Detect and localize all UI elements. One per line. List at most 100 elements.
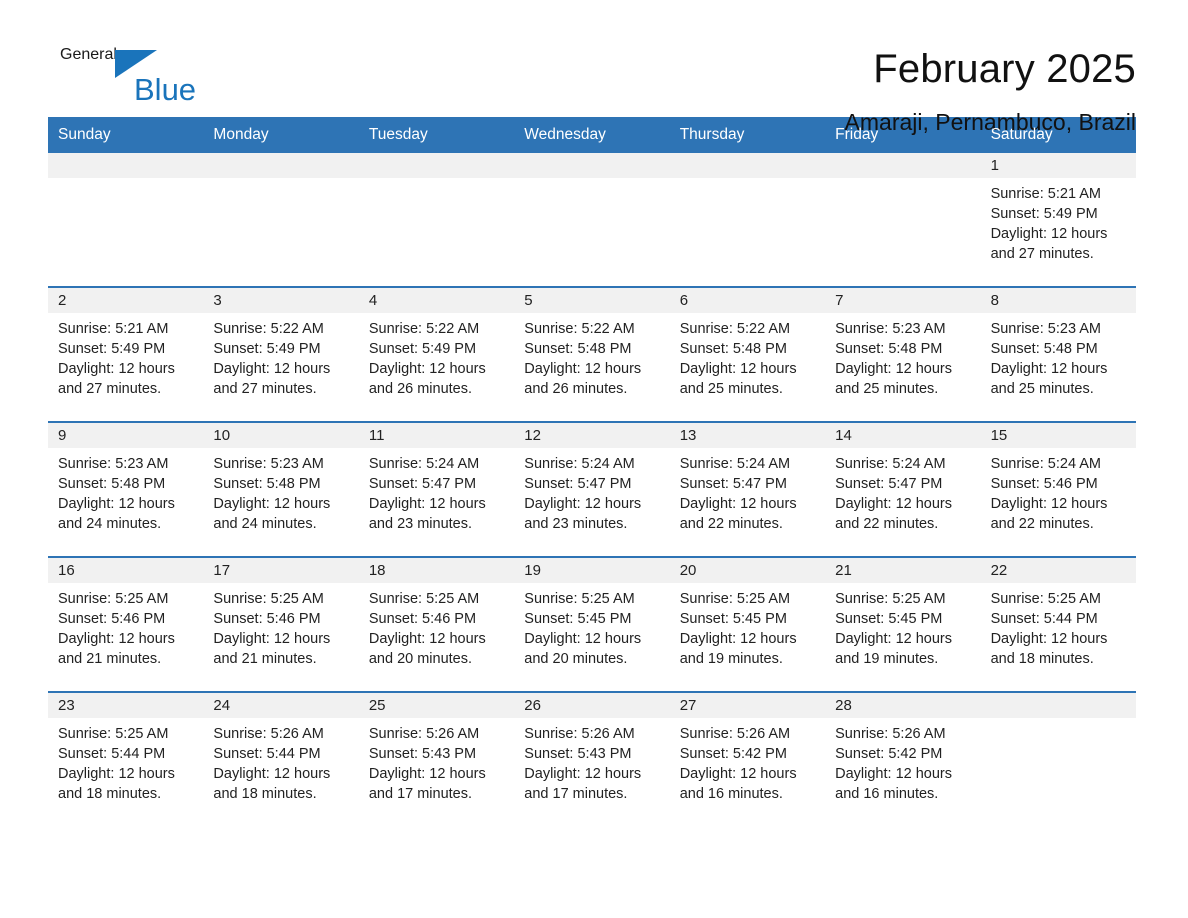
day-details: Sunrise: 5:25 AM Sunset: 5:46 PM Daylight:… <box>359 583 514 669</box>
day-details: Sunrise: 5:25 AM Sunset: 5:45 PM Daylight:… <box>514 583 669 669</box>
day-details: Sunrise: 5:25 AM Sunset: 5:44 PM Daylight:… <box>981 583 1136 669</box>
calendar-day-cell[interactable]: 27 Sunrise: 5:26 AM Sunset: 5:42 PM Dayligh… <box>669 693 826 826</box>
calendar-day-cell[interactable]: 16 Sunrise: 5:25 AM Sunset: 5:46 PM Dayligh… <box>48 558 204 691</box>
day-number: 3 <box>203 288 359 313</box>
day-number <box>980 693 1136 718</box>
sunrise-text: Sunrise: 5:25 AM <box>58 591 169 607</box>
sunrise-text: Sunrise: 5:25 AM <box>58 726 169 742</box>
brand-logo[interactable]: General Blue <box>60 46 320 116</box>
calendar-day-cell[interactable]: 18 Sunrise: 5:25 AM Sunset: 5:46 PM Dayligh… <box>358 558 515 691</box>
day-number: 21 <box>825 558 981 583</box>
calendar-day-cell[interactable]: 1 Sunrise: 5:21 AM Sunset: 5:49 PM Daylight… <box>980 153 1136 286</box>
sunrise-text: Sunrise: 5:25 AM <box>679 591 791 607</box>
calendar-day-cell[interactable]: 23 Sunrise: 5:25 AM Sunset: 5:44 PM Dayligh… <box>48 693 204 826</box>
day-number: 9 <box>48 423 204 448</box>
daylight-text: Daylight: 12 hours and 23 minutes. <box>524 496 642 532</box>
calendar-page: General Blue February 2025 Amaraji, Pern… <box>0 0 1188 918</box>
day-number <box>358 153 515 178</box>
day-details: Sunrise: 5:26 AM Sunset: 5:44 PM Daylight:… <box>203 718 358 804</box>
day-number <box>669 153 826 178</box>
sunset-text: Sunset: 5:49 PM <box>368 341 477 357</box>
sunset-text: Sunset: 5:48 PM <box>58 476 166 492</box>
calendar-day-cell[interactable]: 12 Sunrise: 5:24 AM Sunset: 5:47 PM Dayligh… <box>514 423 670 556</box>
day-details: Sunrise: 5:23 AM Sunset: 5:48 PM Daylight:… <box>203 448 358 534</box>
sunrise-text: Sunrise: 5:24 AM <box>990 456 1101 472</box>
sunset-text: Sunset: 5:47 PM <box>679 476 787 492</box>
day-details: Sunrise: 5:24 AM Sunset: 5:47 PM Daylight:… <box>825 448 980 534</box>
day-details: Sunrise: 5:26 AM Sunset: 5:42 PM Daylight:… <box>670 718 825 804</box>
calendar-day-cell[interactable]: 19 Sunrise: 5:25 AM Sunset: 5:45 PM Dayligh… <box>514 558 670 691</box>
calendar-day-cell[interactable]: 25 Sunrise: 5:26 AM Sunset: 5:43 PM Dayligh… <box>358 693 515 826</box>
calendar-grid: Sunday Monday Tuesday Wednesday Thursday Frid… <box>48 117 1136 826</box>
day-number: 12 <box>514 423 670 448</box>
calendar-day-cell[interactable]: 6 Sunrise: 5:22 AM Sunset: 5:48 PM Daylight… <box>669 288 826 421</box>
sunrise-text: Sunrise: 5:23 AM <box>990 321 1101 337</box>
daylight-text: Daylight: 12 hours and 24 minutes. <box>213 496 331 532</box>
sunrise-text: Sunrise: 5:24 AM <box>679 456 791 472</box>
day-number: 15 <box>980 423 1136 448</box>
calendar-day-cell[interactable]: 9 Sunrise: 5:23 AM Sunset: 5:48 PM Daylight… <box>48 423 204 556</box>
daylight-text: Daylight: 12 hours and 20 minutes. <box>368 631 486 667</box>
day-details: Sunrise: 5:22 AM Sunset: 5:49 PM Daylight:… <box>359 313 514 399</box>
calendar-day-cell[interactable]: 17 Sunrise: 5:25 AM Sunset: 5:46 PM Dayligh… <box>203 558 359 691</box>
day-number: 5 <box>514 288 670 313</box>
sunrise-text: Sunrise: 5:24 AM <box>835 456 946 472</box>
sunrise-text: Sunrise: 5:23 AM <box>213 456 324 472</box>
sunrise-text: Sunrise: 5:25 AM <box>990 591 1101 607</box>
calendar-day-cell[interactable]: 2 Sunrise: 5:21 AM Sunset: 5:49 PM Daylight… <box>48 288 204 421</box>
sunset-text: Sunset: 5:47 PM <box>524 476 632 492</box>
calendar-day-cell[interactable]: 15 Sunrise: 5:24 AM Sunset: 5:46 PM Dayligh… <box>980 423 1136 556</box>
weekday-header-sunday: Sunday <box>58 126 111 143</box>
sunset-text: Sunset: 5:44 PM <box>213 746 321 762</box>
day-details: Sunrise: 5:22 AM Sunset: 5:48 PM Daylight:… <box>670 313 825 399</box>
sunset-text: Sunset: 5:46 PM <box>368 611 477 627</box>
calendar-day-cell[interactable]: 22 Sunrise: 5:25 AM Sunset: 5:44 PM Dayligh… <box>980 558 1136 691</box>
sunset-text: Sunset: 5:48 PM <box>679 341 787 357</box>
calendar-day-cell[interactable]: 4 Sunrise: 5:22 AM Sunset: 5:49 PM Daylight… <box>358 288 515 421</box>
calendar-day-cell[interactable]: 5 Sunrise: 5:22 AM Sunset: 5:48 PM Daylight… <box>514 288 670 421</box>
calendar-day-cell[interactable]: 13 Sunrise: 5:24 AM Sunset: 5:47 PM Dayligh… <box>669 423 826 556</box>
weekday-header-thursday: Thursday <box>679 126 745 143</box>
sunset-text: Sunset: 5:45 PM <box>679 611 787 627</box>
day-details: Sunrise: 5:23 AM Sunset: 5:48 PM Daylight:… <box>825 313 980 399</box>
calendar-day-cell[interactable]: 10 Sunrise: 5:23 AM Sunset: 5:48 PM Dayligh… <box>203 423 359 556</box>
sunset-text: Sunset: 5:47 PM <box>835 476 943 492</box>
sunset-text: Sunset: 5:43 PM <box>524 746 632 762</box>
sunrise-text: Sunrise: 5:26 AM <box>524 726 635 742</box>
calendar-day-cell[interactable]: 26 Sunrise: 5:26 AM Sunset: 5:43 PM Dayligh… <box>514 693 670 826</box>
calendar-day-cell[interactable]: 14 Sunrise: 5:24 AM Sunset: 5:47 PM Dayligh… <box>825 423 981 556</box>
brand-name-general: General <box>60 46 117 63</box>
calendar-day-cell[interactable]: 21 Sunrise: 5:25 AM Sunset: 5:45 PM Dayligh… <box>825 558 981 691</box>
sunrise-text: Sunrise: 5:26 AM <box>835 726 946 742</box>
calendar-weeks: 1 Sunrise: 5:21 AM Sunset: 5:49 PM Daylight… <box>48 153 1136 826</box>
page-title: February 2025 <box>873 47 1136 91</box>
day-details: Sunrise: 5:21 AM Sunset: 5:49 PM Daylight:… <box>981 178 1136 264</box>
calendar-day-cell-empty <box>825 153 981 286</box>
calendar-day-cell[interactable]: 24 Sunrise: 5:26 AM Sunset: 5:44 PM Dayligh… <box>203 693 359 826</box>
calendar-day-cell[interactable]: 11 Sunrise: 5:24 AM Sunset: 5:47 PM Dayligh… <box>358 423 515 556</box>
daylight-text: Daylight: 12 hours and 21 minutes. <box>58 631 175 667</box>
calendar-day-cell[interactable]: 8 Sunrise: 5:23 AM Sunset: 5:48 PM Daylight… <box>980 288 1136 421</box>
day-number: 14 <box>825 423 981 448</box>
calendar-day-cell[interactable]: 7 Sunrise: 5:23 AM Sunset: 5:48 PM Daylight… <box>825 288 981 421</box>
calendar-day-cell[interactable]: 28 Sunrise: 5:26 AM Sunset: 5:42 PM Dayligh… <box>825 693 981 826</box>
daylight-text: Daylight: 12 hours and 27 minutes. <box>58 361 175 397</box>
day-number: 13 <box>669 423 826 448</box>
day-details: Sunrise: 5:22 AM Sunset: 5:49 PM Daylight:… <box>203 313 358 399</box>
daylight-text: Daylight: 12 hours and 22 minutes. <box>835 496 953 532</box>
calendar-day-cell[interactable]: 20 Sunrise: 5:25 AM Sunset: 5:45 PM Dayligh… <box>669 558 826 691</box>
day-details: Sunrise: 5:22 AM Sunset: 5:48 PM Daylight:… <box>514 313 669 399</box>
calendar-week-row: 23 Sunrise: 5:25 AM Sunset: 5:44 PM Dayligh… <box>48 691 1136 826</box>
page-header: General Blue February 2025 Amaraji, Pern… <box>0 0 1188 135</box>
weekday-header-wednesday: Wednesday <box>524 126 606 143</box>
sunset-text: Sunset: 5:49 PM <box>213 341 321 357</box>
sunset-text: Sunset: 5:46 PM <box>58 611 166 627</box>
day-details: Sunrise: 5:26 AM Sunset: 5:42 PM Daylight:… <box>825 718 980 804</box>
sunrise-text: Sunrise: 5:21 AM <box>58 321 169 337</box>
sunset-text: Sunset: 5:48 PM <box>213 476 321 492</box>
calendar-day-cell[interactable]: 3 Sunrise: 5:22 AM Sunset: 5:49 PM Daylight… <box>203 288 359 421</box>
calendar-week-row: 1 Sunrise: 5:21 AM Sunset: 5:49 PM Daylight… <box>48 153 1136 286</box>
day-number: 10 <box>203 423 359 448</box>
brand-name-blue: Blue <box>134 72 197 107</box>
sunrise-text: Sunrise: 5:23 AM <box>835 321 946 337</box>
